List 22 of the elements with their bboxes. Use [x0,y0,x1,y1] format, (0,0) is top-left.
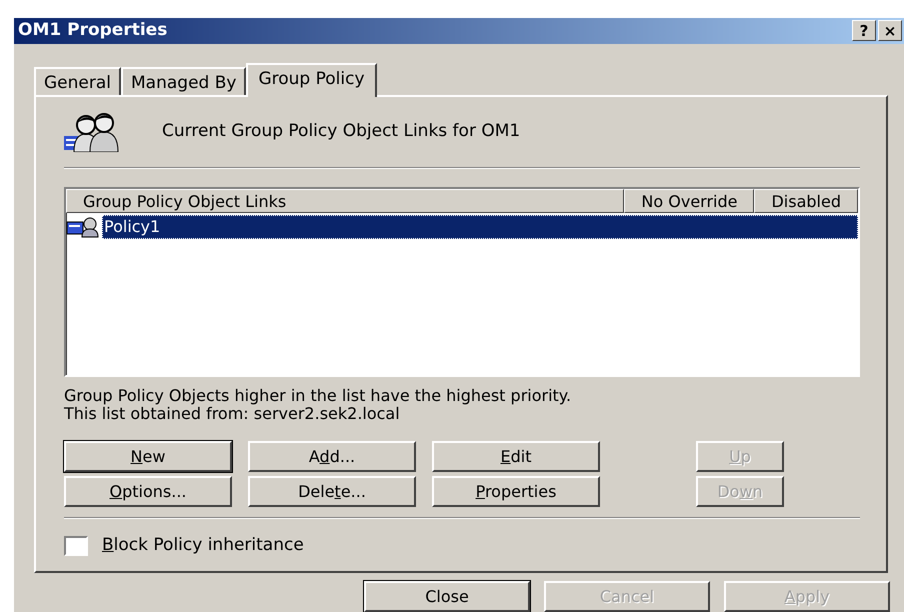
help-button[interactable]: ? [852,20,876,42]
window-title: OM1 Properties [18,19,168,42]
info-text: This list obtained from: server2.sek2.local [64,405,401,424]
action-button[interactable]: Delete... [248,476,416,508]
tab[interactable]: General [34,67,121,96]
action-button[interactable]: New [64,441,232,472]
column-header[interactable]: Group Policy Object Links [66,189,624,214]
list-row[interactable]: Policy1 [102,215,858,240]
action-button[interactable]: Properties [432,476,600,508]
column-header[interactable]: Disabled [754,189,858,214]
tab[interactable]: Group Policy [246,63,377,98]
column-header[interactable]: No Override [624,189,754,214]
info-text: Group Policy Objects higher in the list have the highest priority. [64,387,572,406]
action-button[interactable]: Edit [432,441,600,472]
action-button[interactable]: Options... [64,476,232,508]
checkbox-label: Block Policy inheritance [102,534,304,558]
dialog-button[interactable]: Close [364,581,530,612]
header-text: Current Group Policy Object Links for OM1 [162,120,520,144]
close-button[interactable]: × [878,20,902,42]
tab[interactable]: Managed By [121,67,246,96]
action-button[interactable]: Add... [248,441,416,472]
checkbox[interactable] [64,536,88,556]
